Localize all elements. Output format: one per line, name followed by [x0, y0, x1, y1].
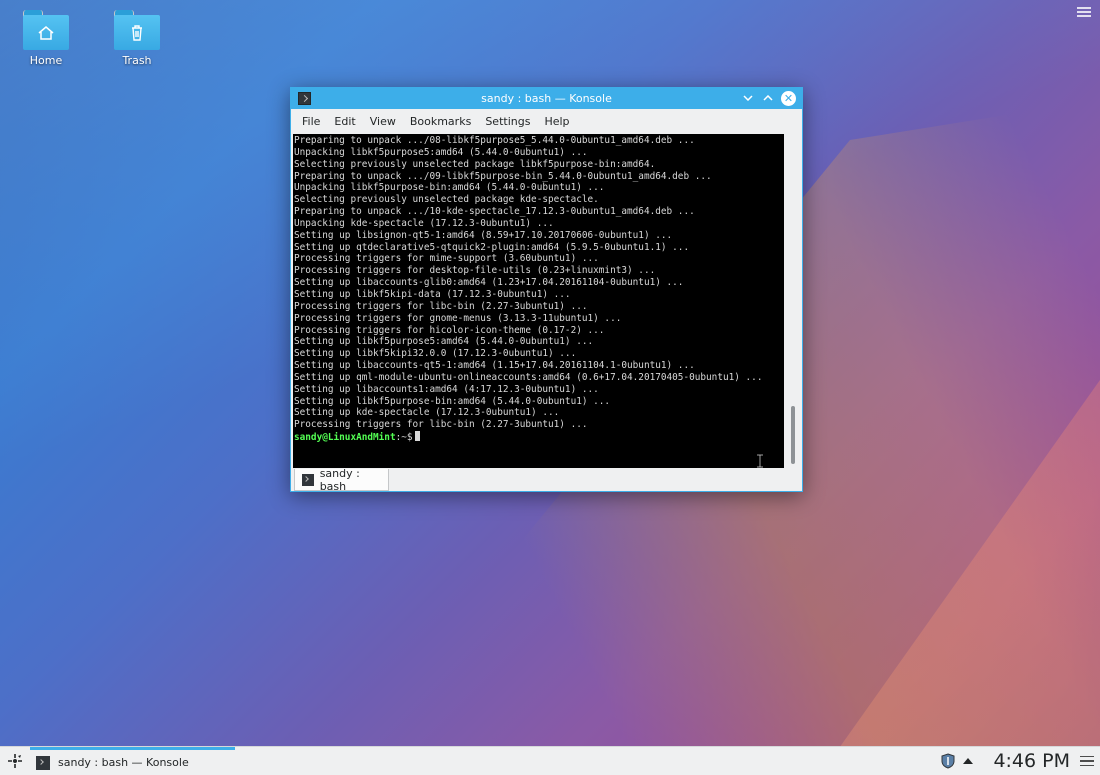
konsole-window: sandy : bash — Konsole ✕ File Edit View …: [290, 87, 803, 493]
terminal-icon: [36, 755, 50, 770]
terminal-line: Setting up libkf5kipi32.0.0 (17.12.3-0ub…: [294, 348, 577, 360]
terminal-line: Setting up kde-spectacle (17.12.3-0ubunt…: [294, 407, 560, 419]
terminal-view[interactable]: Preparing to unpack .../08-libkf5purpose…: [293, 134, 784, 468]
tab-label: sandy : bash: [319, 466, 360, 493]
terminal-line: Setting up libaccounts1:amd64 (4:17.12.3…: [294, 383, 599, 395]
desktop-icon-label: Home: [29, 54, 63, 67]
konsole-app-icon[interactable]: [298, 92, 311, 105]
trash-folder-icon: [114, 10, 160, 50]
menu-edit[interactable]: Edit: [327, 115, 362, 128]
menu-settings[interactable]: Settings: [478, 115, 537, 128]
terminal-line: Setting up libkf5purpose5:amd64 (5.44.0-…: [294, 336, 594, 348]
terminal-line: Setting up libkf5purpose-bin:amd64 (5.44…: [294, 395, 611, 407]
terminal-line: Processing triggers for mime-support (3.…: [294, 253, 599, 265]
scrollbar-thumb[interactable]: [791, 406, 795, 464]
terminal-line: Preparing to unpack .../10-kde-spectacle…: [294, 206, 695, 218]
minimize-icon[interactable]: [741, 90, 755, 106]
bottom-panel: sandy : bash — Konsole 4:46 PM: [0, 746, 1100, 775]
terminal-line: Processing triggers for libc-bin (2.27-3…: [294, 300, 588, 312]
menu-bookmarks[interactable]: Bookmarks: [403, 115, 478, 128]
terminal-output: Preparing to unpack .../08-libkf5purpose…: [294, 135, 784, 468]
terminal-line: Unpacking libkf5purpose-bin:amd64 (5.44.…: [294, 182, 605, 194]
close-icon[interactable]: ✕: [781, 90, 796, 106]
desktop-icon-trash[interactable]: Trash: [102, 10, 172, 67]
menu-view[interactable]: View: [363, 115, 403, 128]
prompt-user-host: sandy@LinuxAndMint: [294, 432, 396, 444]
taskbar-item-label: sandy : bash — Konsole: [58, 756, 189, 769]
prompt-path: :~$: [395, 432, 413, 444]
desktop-icon-home[interactable]: Home: [11, 10, 81, 67]
text-cursor-icon: [757, 454, 763, 468]
terminal-line: Unpacking libkf5purpose5:amd64 (5.44.0-0…: [294, 146, 588, 158]
desktop-icon-label: Trash: [122, 54, 152, 67]
terminal-line: Processing triggers for libc-bin (2.27-3…: [294, 419, 588, 431]
terminal-icon: [302, 473, 314, 486]
terminal-line: Unpacking kde-spectacle (17.12.3-0ubuntu…: [294, 217, 554, 229]
terminal-line: Processing triggers for desktop-file-uti…: [294, 265, 656, 277]
terminal-line: Setting up libsignon-qt5-1:amd64 (8.59+1…: [294, 229, 673, 241]
menu-bar: File Edit View Bookmarks Settings Help: [291, 109, 802, 133]
tab-sandy-bash[interactable]: sandy : bash: [294, 466, 389, 493]
tray-expand-arrow-icon[interactable]: [957, 758, 979, 764]
panel-options-icon[interactable]: [1080, 755, 1094, 767]
terminal-cursor: [414, 431, 420, 442]
tab-bar: sandy : bash: [293, 466, 802, 493]
terminal-prompt-line: sandy@LinuxAndMint:~$: [294, 431, 784, 444]
application-launcher-icon[interactable]: [0, 747, 30, 775]
terminal-line: Preparing to unpack .../09-libkf5purpose…: [294, 170, 712, 182]
terminal-line: Setting up libaccounts-glib0:amd64 (1.23…: [294, 277, 684, 289]
maximize-icon[interactable]: [761, 90, 775, 106]
terminal-line: Setting up qtdeclarative5-qtquick2-plugi…: [294, 241, 690, 253]
terminal-line: Processing triggers for gnome-menus (3.1…: [294, 312, 622, 324]
desktop-toolbox-menu-icon[interactable]: [1076, 4, 1092, 20]
terminal-line: Processing triggers for hicolor-icon-the…: [294, 324, 605, 336]
home-folder-icon: [23, 10, 69, 50]
terminal-scrollbar[interactable]: [785, 134, 801, 468]
terminal-line: Setting up libkf5kipi-data (17.12.3-0ubu…: [294, 288, 571, 300]
shield-icon[interactable]: [939, 753, 957, 769]
clock[interactable]: 4:46 PM: [993, 750, 1070, 772]
terminal-line: Setting up qml-module-ubuntu-onlineaccou…: [294, 371, 763, 383]
terminal-line: Preparing to unpack .../08-libkf5purpose…: [294, 135, 695, 146]
window-title: sandy : bash — Konsole: [481, 92, 612, 105]
title-bar[interactable]: sandy : bash — Konsole ✕: [291, 88, 802, 109]
menu-help[interactable]: Help: [537, 115, 576, 128]
menu-file[interactable]: File: [295, 115, 327, 128]
terminal-line: Selecting previously unselected package …: [294, 194, 599, 206]
taskbar-item-konsole[interactable]: sandy : bash — Konsole: [30, 747, 235, 775]
terminal-line: Setting up libaccounts-qt5-1:amd64 (1.15…: [294, 360, 695, 372]
terminal-line: Selecting previously unselected package …: [294, 158, 656, 170]
system-tray: 4:46 PM: [939, 747, 1100, 775]
